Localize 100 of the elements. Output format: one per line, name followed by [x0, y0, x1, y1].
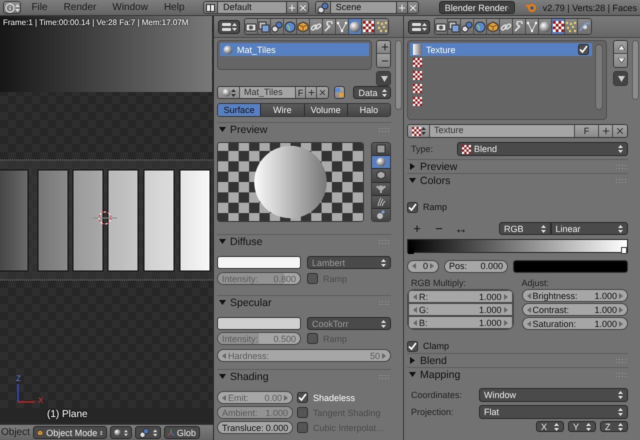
context-tab[interactable] [297, 19, 310, 34]
context-tab[interactable] [513, 19, 526, 34]
scene-browse-button[interactable] [316, 2, 331, 13]
preview-shape-button[interactable] [372, 182, 390, 196]
panel-section-header[interactable]: Colors [407, 173, 628, 187]
add-button[interactable] [396, 2, 408, 13]
move-down-button[interactable] [614, 54, 627, 67]
preview-shape-button[interactable] [372, 143, 390, 156]
number-field[interactable]: G: 1.000 [408, 303, 512, 316]
add-button[interactable] [306, 87, 317, 98]
link-dropdown[interactable]: Data [353, 86, 391, 99]
panel-section-header[interactable]: Preview [407, 159, 628, 173]
context-tab[interactable] [258, 19, 271, 34]
remove-slot-button[interactable] [377, 54, 390, 67]
node-button[interactable] [334, 86, 345, 99]
texture-name-field[interactable]: Texture [430, 125, 575, 137]
texture-type-dropdown[interactable]: Blend [457, 142, 628, 156]
panel-section-header[interactable]: Mapping [407, 367, 628, 381]
axis-dropdown[interactable]: Y [568, 421, 596, 432]
interpolation-dropdown[interactable]: Linear [550, 222, 628, 235]
tab[interactable]: Volume [304, 104, 348, 116]
ramp-tool-button[interactable]: + [407, 221, 427, 236]
ramp-tool-button[interactable]: − [429, 221, 449, 236]
mapping-dropdown[interactable]: Flat [479, 405, 628, 419]
context-tab[interactable] [461, 19, 474, 34]
context-tab[interactable] [487, 19, 500, 34]
color-swatch[interactable] [217, 256, 301, 269]
texture-browse-button[interactable] [408, 125, 430, 137]
checkbox[interactable]: Shadeless [297, 391, 391, 404]
axis-dropdown[interactable]: Z [600, 421, 628, 432]
tab[interactable]: Wire [261, 104, 304, 116]
tab[interactable]: Halo [348, 104, 390, 116]
number-field[interactable]: Brightness: 1.000 [522, 289, 628, 302]
context-tab[interactable] [474, 19, 487, 34]
menu-item[interactable]: Window [106, 2, 154, 13]
scrollbar-thumb[interactable] [395, 40, 402, 110]
orientation-dropdown[interactable]: Glob [164, 426, 200, 439]
number-field[interactable]: R: 1.000 [408, 290, 512, 303]
number-field[interactable]: 0 [407, 260, 439, 272]
panel-section-header[interactable]: Preview [217, 122, 391, 136]
list-item[interactable]: Texture [410, 43, 592, 56]
editor-type-button[interactable] [408, 20, 430, 34]
ramp-tool-button[interactable]: ↔ [451, 221, 471, 236]
preview-shape-button[interactable] [372, 196, 390, 209]
slider-field[interactable]: Pos: 0.000 [444, 260, 508, 272]
axis-dropdown[interactable]: X [536, 421, 564, 432]
panel-section-header[interactable]: Blend [407, 353, 628, 367]
delete-button[interactable] [408, 2, 418, 13]
context-tab[interactable] [500, 19, 513, 34]
fake-user-button[interactable]: F [575, 125, 599, 137]
color-swatch[interactable] [217, 317, 301, 330]
context-tab[interactable] [552, 19, 565, 34]
menu-item[interactable]: File [25, 2, 54, 13]
list-item[interactable]: Mat_Tiles [220, 43, 369, 56]
add-slot-button[interactable] [377, 41, 390, 54]
scene-name-field[interactable]: Scene [330, 2, 397, 13]
unlink-button[interactable] [613, 125, 627, 137]
color-mode-dropdown[interactable]: RGB [499, 222, 550, 235]
add-button[interactable] [287, 2, 298, 13]
context-tab[interactable] [284, 19, 297, 34]
color-stop-handle[interactable] [408, 247, 414, 254]
tab[interactable]: Surface [218, 104, 262, 116]
panel-section-header[interactable]: Shading [217, 369, 391, 383]
context-tab[interactable] [435, 19, 448, 34]
layout-name-field[interactable]: Default [218, 2, 288, 13]
context-tab[interactable] [349, 19, 362, 34]
context-tab[interactable] [310, 19, 323, 34]
context-tab[interactable] [565, 19, 578, 34]
context-tab[interactable] [539, 19, 552, 34]
delete-button[interactable] [298, 2, 308, 13]
checkbox[interactable]: Ramp [407, 200, 628, 214]
context-tab[interactable] [323, 19, 336, 34]
color-swatch[interactable] [513, 260, 628, 272]
number-field[interactable]: B: 1.000 [408, 316, 512, 329]
checkbox[interactable]: Clamp [407, 340, 628, 352]
color-stop-handle[interactable] [621, 247, 627, 254]
unlink-button[interactable] [317, 87, 328, 98]
scrollbar-thumb[interactable] [632, 40, 639, 100]
preview-shape-button[interactable] [372, 169, 390, 183]
list-scrollbar[interactable] [595, 44, 603, 110]
context-tab[interactable] [448, 19, 461, 34]
slider-field[interactable]: Transluce: 0.000 [217, 421, 293, 434]
number-field[interactable]: Contrast: 1.000 [522, 303, 628, 316]
color-ramp-bar[interactable] [407, 239, 628, 253]
menu-item[interactable]: Object [0, 427, 30, 438]
shading-dropdown[interactable] [110, 426, 132, 439]
material-name-field[interactable]: Mat_Tiles [240, 87, 296, 98]
preview-shape-button[interactable] [372, 156, 390, 170]
context-tab[interactable] [245, 19, 258, 34]
material-browse-button[interactable] [218, 87, 240, 98]
layout-browse-button[interactable] [204, 2, 218, 13]
fake-user-button[interactable]: F [296, 87, 306, 98]
add-button[interactable] [599, 125, 613, 137]
mode-dropdown[interactable]: Object Mode [32, 426, 107, 439]
context-tab[interactable] [336, 19, 349, 34]
context-tab[interactable] [362, 19, 375, 34]
menu-item[interactable]: Help [158, 2, 191, 13]
mapping-dropdown[interactable]: Window [479, 388, 628, 402]
pivot-dropdown[interactable] [134, 426, 161, 439]
context-tab[interactable] [526, 19, 539, 34]
